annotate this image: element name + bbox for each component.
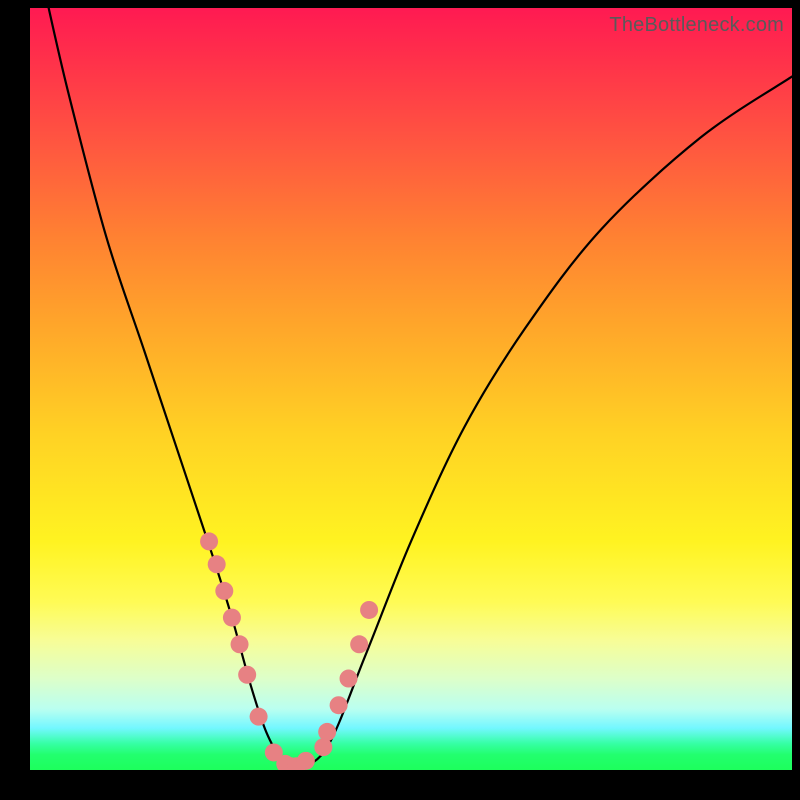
scatter-dot: [250, 708, 268, 726]
scatter-dot: [297, 752, 315, 770]
scatter-dot: [360, 601, 378, 619]
scatter-dots: [200, 532, 378, 770]
watermark-text: TheBottleneck.com: [609, 14, 784, 37]
scatter-dot: [231, 635, 249, 653]
scatter-dot: [215, 582, 233, 600]
scatter-dot: [314, 738, 332, 756]
plot-area: TheBottleneck.com: [30, 8, 792, 770]
scatter-dot: [340, 670, 358, 688]
scatter-dot: [200, 532, 218, 550]
scatter-dot: [238, 666, 256, 684]
scatter-dot: [318, 723, 336, 741]
curve-svg: [30, 8, 792, 770]
scatter-dot: [330, 696, 348, 714]
chart-stage: TheBottleneck.com: [0, 0, 800, 800]
scatter-dot: [223, 609, 241, 627]
scatter-dot: [350, 635, 368, 653]
scatter-dot: [208, 555, 226, 573]
bottleneck-curve: [45, 8, 792, 768]
